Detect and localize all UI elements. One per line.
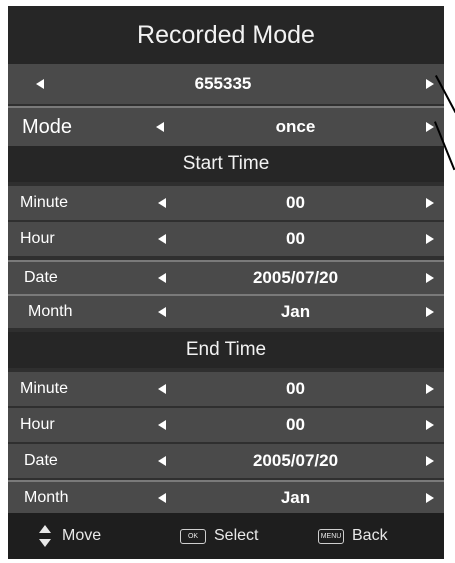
ok-key-label: OK [187, 532, 199, 540]
left-arrow-icon[interactable] [158, 456, 166, 466]
end-hour-label: Hour [20, 416, 55, 433]
left-arrow-icon[interactable] [158, 307, 166, 317]
start-month-row[interactable]: Month Jan [8, 294, 444, 328]
right-arrow-icon[interactable] [426, 384, 434, 394]
right-arrow-icon[interactable] [426, 79, 434, 89]
back-hint: MENU Back [318, 513, 388, 559]
end-hour-value: 00 [286, 415, 305, 434]
end-minute-value: 00 [286, 379, 305, 398]
left-arrow-icon[interactable] [158, 234, 166, 244]
end-time-header: End Time [8, 332, 444, 368]
channel-row[interactable]: 655335 [8, 64, 444, 104]
end-month-row[interactable]: Month Jan [8, 480, 444, 513]
move-label: Move [62, 527, 102, 544]
select-label: Select [214, 527, 259, 544]
mode-label: Mode [22, 115, 73, 138]
right-arrow-icon[interactable] [426, 456, 434, 466]
select-hint: OK Select [180, 513, 258, 559]
start-month-value: Jan [280, 302, 311, 321]
start-month-label: Month [28, 303, 73, 320]
mode-row[interactable]: Mode once [8, 106, 444, 146]
left-arrow-icon[interactable] [36, 79, 44, 89]
start-date-row[interactable]: Date 2005/07/20 [8, 260, 444, 294]
left-arrow-icon[interactable] [158, 420, 166, 430]
start-minute-label: Minute [20, 194, 69, 211]
move-hint: Move [38, 513, 101, 559]
right-arrow-icon[interactable] [426, 273, 434, 283]
start-time-header: Start Time [8, 146, 444, 182]
page-title: Recorded Mode [8, 6, 444, 64]
right-arrow-icon[interactable] [426, 122, 434, 132]
footer-help-bar: Move OK Select MENU Back [8, 513, 444, 559]
up-down-arrow-icon [38, 525, 52, 547]
start-date-value: 2005/07/20 [252, 268, 339, 287]
start-minute-row[interactable]: Minute 00 [8, 186, 444, 220]
right-arrow-icon[interactable] [426, 234, 434, 244]
end-month-value: Jan [280, 487, 311, 507]
start-hour-row[interactable]: Hour 00 [8, 222, 444, 256]
left-arrow-icon[interactable] [158, 198, 166, 208]
right-arrow-icon[interactable] [426, 307, 434, 317]
end-minute-label: Minute [20, 380, 69, 397]
start-date-label: Date [24, 269, 58, 286]
left-arrow-icon[interactable] [158, 492, 166, 503]
channel-value: 655335 [194, 74, 252, 93]
recorded-mode-panel: Recorded Mode 655335 Mode once Start Tim… [8, 6, 444, 559]
mode-value: once [275, 117, 316, 136]
ok-key-icon: OK [180, 528, 206, 544]
end-minute-row[interactable]: Minute 00 [8, 372, 444, 406]
left-arrow-icon[interactable] [158, 384, 166, 394]
menu-key-label: MENU [320, 532, 342, 540]
start-minute-value: 00 [286, 193, 305, 212]
end-date-row[interactable]: Date 2005/07/20 [8, 444, 444, 478]
right-arrow-icon[interactable] [426, 420, 434, 430]
right-arrow-icon[interactable] [426, 198, 434, 208]
end-date-label: Date [24, 452, 58, 469]
menu-key-icon: MENU [318, 528, 344, 544]
left-arrow-icon[interactable] [156, 122, 164, 132]
end-month-label: Month [24, 488, 69, 506]
start-hour-value: 00 [286, 229, 305, 248]
end-hour-row[interactable]: Hour 00 [8, 408, 444, 442]
left-arrow-icon[interactable] [158, 273, 166, 283]
start-hour-label: Hour [20, 230, 55, 247]
right-arrow-icon[interactable] [426, 492, 434, 503]
back-label: Back [352, 527, 388, 544]
end-date-value: 2005/07/20 [252, 451, 339, 470]
